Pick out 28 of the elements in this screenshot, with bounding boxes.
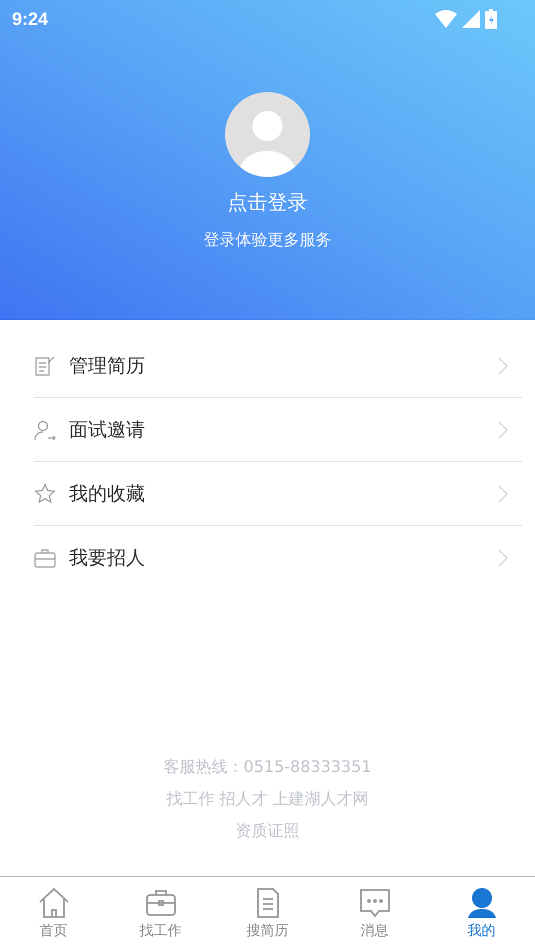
briefcase-icon — [34, 547, 56, 569]
nav-tab[interactable]: 消息 — [321, 877, 428, 951]
chevron-right-icon — [498, 356, 508, 374]
nav-tab[interactable]: 首页 — [0, 877, 107, 951]
star-icon — [34, 482, 56, 504]
chevron-right-icon — [498, 484, 508, 502]
chevron-right-icon — [498, 420, 508, 438]
footer-text: 客服热线：0515-88333351 — [164, 756, 372, 778]
status-time: 9:24 — [12, 8, 48, 30]
nav-tab[interactable]: 我的 — [428, 877, 535, 951]
footer-text: 找工作 招人才 上建湖人才网 — [166, 788, 369, 810]
login-subtitle: 登录体验更多服务 — [204, 230, 332, 251]
person-arrow-icon — [34, 418, 56, 440]
nav-tab[interactable]: 搜简历 — [214, 877, 321, 951]
menu-item[interactable]: 面试邀请 — [34, 398, 522, 462]
menu-item[interactable]: 管理简历 — [34, 334, 522, 398]
wifi-icon — [435, 10, 457, 28]
login-link[interactable]: 点击登录 — [228, 189, 308, 216]
menu-item[interactable]: 我的收藏 — [34, 462, 522, 526]
home-icon — [36, 886, 70, 920]
menu-item[interactable]: 我要招人 — [34, 526, 522, 590]
document-edit-icon — [34, 354, 56, 376]
nav-tab[interactable]: 找工作 — [107, 877, 214, 951]
chat-bubble-icon — [358, 886, 392, 920]
signal-icon — [462, 10, 480, 28]
chevron-right-icon — [498, 549, 508, 567]
battery-icon — [485, 9, 497, 29]
footer-text[interactable]: 资质证照 — [236, 820, 300, 842]
